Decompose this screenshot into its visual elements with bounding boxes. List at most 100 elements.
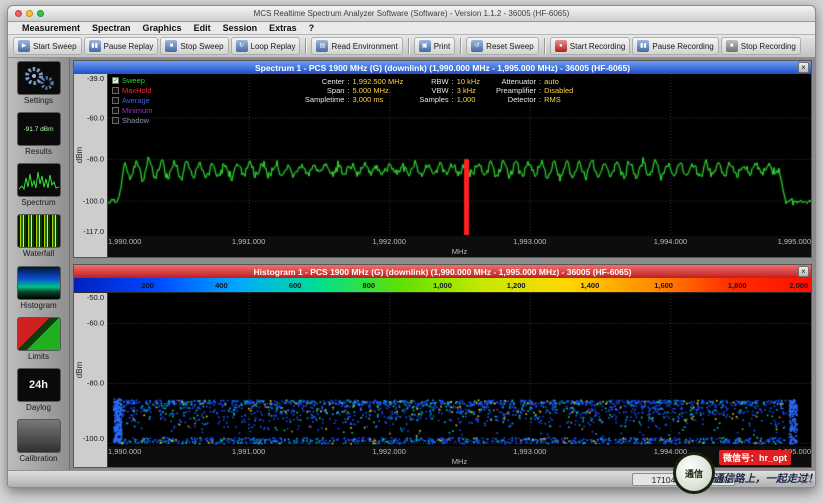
menu-item-measurement[interactable]: Measurement xyxy=(16,23,86,33)
limits-icon xyxy=(16,316,61,351)
legend-checkbox-maxhold[interactable] xyxy=(112,87,119,94)
menu-item-spectran[interactable]: Spectran xyxy=(86,23,137,33)
spectrum-close-icon[interactable] xyxy=(798,62,809,73)
menu-item-extras[interactable]: Extras xyxy=(263,23,303,33)
sidebar: Settings -91.7 dBm Results Spectrum Waterfal… xyxy=(8,58,70,470)
legend-row-minimum[interactable]: Minimum xyxy=(112,106,152,115)
sidebar-item-limits[interactable]: Limits xyxy=(11,316,67,368)
sidebar-item-label: Daylog xyxy=(26,402,51,412)
menu-item-edit[interactable]: Edit xyxy=(188,23,217,33)
sidebar-item-waterfall[interactable]: Waterfall xyxy=(11,214,67,265)
info-label: Span xyxy=(326,86,345,95)
monitor-icon: ▤ xyxy=(316,40,329,52)
menu-item-item[interactable]: ? xyxy=(303,23,321,33)
info-label: Sampletime xyxy=(304,95,345,104)
info-value: 3 kHz xyxy=(456,86,476,95)
histogram-x-axis-spacer xyxy=(74,446,108,467)
info-value: 10 kHz xyxy=(456,77,481,86)
y-tick-label: -60.0 xyxy=(86,113,104,123)
colorbar-tick-label: 1,400 xyxy=(580,281,600,290)
y-tick-label: -80.0 xyxy=(86,154,104,164)
x-tick-label: 1,990.000 xyxy=(108,447,142,456)
stop-icon: ■ xyxy=(165,40,178,52)
histogram-close-icon[interactable] xyxy=(798,266,809,277)
spectrum-x-axis: MHz 1,990.000 1,991.000 1,992.000 1,993.000… xyxy=(74,236,811,257)
record-icon: ● xyxy=(554,40,567,52)
toolbar-button-loop-replay[interactable]: ↻ Loop Replay xyxy=(230,37,301,55)
watermark-wechat-badge: 微信号：hr_opt xyxy=(719,450,791,465)
y-tick-label: -39.0 xyxy=(86,74,104,83)
menu-item-graphics[interactable]: Graphics xyxy=(137,23,188,33)
spectrum-y-axis: dBm -39.0 -60.0 -80.0 -100.0 -117.0 xyxy=(74,74,108,236)
reset-icon: ↺ xyxy=(471,40,484,52)
info-column-0: Center:1,992.500 MHz Span:5.000 MHz Sample… xyxy=(304,77,404,104)
legend-checkbox-minimum[interactable] xyxy=(112,107,119,114)
info-label: Samples xyxy=(419,95,449,104)
sidebar-item-calibration[interactable]: Calibration xyxy=(11,418,67,470)
toolbar: ▶ Start Sweep ▮▮ Pause Replay ■ Stop Sweep ↻ Lo… xyxy=(8,35,815,58)
info-label: RBW xyxy=(431,77,449,86)
toolbar-button-reset-sweep[interactable]: ↺ Reset Sweep xyxy=(466,37,539,55)
traffic-lights xyxy=(15,10,44,17)
histogram-panel-title: Histogram 1 - PCS 1900 MHz (G) (downlink… xyxy=(253,266,632,277)
toolbar-separator xyxy=(305,38,307,54)
close-window-button[interactable] xyxy=(15,10,22,17)
legend-row-shadow[interactable]: Shadow xyxy=(112,116,152,125)
x-tick-label: 1,994.000 xyxy=(653,237,688,246)
menu-item-session[interactable]: Session xyxy=(217,23,264,33)
colorbar-tick-label: 400 xyxy=(215,281,228,290)
toolbar-button-read-environment[interactable]: ▤ Read Environment xyxy=(311,37,403,55)
spectrum-x-ticks: MHz 1,990.000 1,991.000 1,992.000 1,993.000… xyxy=(108,236,811,257)
toolbar-button-stop-recording[interactable]: ■ Stop Recording xyxy=(720,37,801,55)
info-value: 5.000 MHz xyxy=(352,86,389,95)
spectrum-plot[interactable]: SweepMaxHoldAverageMinimumShadow Center:… xyxy=(108,74,811,236)
y-tick-label: -100.0 xyxy=(82,434,104,443)
x-tick-label: 1,992.000 xyxy=(372,237,406,246)
spectrum-legend: SweepMaxHoldAverageMinimumShadow xyxy=(112,76,152,125)
legend-label: Minimum xyxy=(122,106,153,115)
sidebar-item-label: Results xyxy=(25,147,52,157)
info-label: Attenuator xyxy=(501,77,537,86)
toolbar-button-pause-replay[interactable]: ▮▮ Pause Replay xyxy=(83,37,159,55)
colorbar-tick-label: 800 xyxy=(362,281,376,290)
titlebar[interactable]: MCS Realtime Spectrum Analyzer Software … xyxy=(8,6,815,22)
info-label: Center xyxy=(321,77,345,86)
x-tick-label: 1,991.000 xyxy=(231,237,266,246)
legend-row-maxhold[interactable]: MaxHold xyxy=(112,86,152,95)
legend-row-average[interactable]: Average xyxy=(112,96,152,105)
sidebar-item-settings[interactable]: Settings xyxy=(11,61,67,112)
zoom-window-button[interactable] xyxy=(37,10,44,17)
spectrum-panel-titlebar[interactable]: Spectrum 1 - PCS 1900 MHz (G) (downlink)… xyxy=(74,61,811,74)
sidebar-item-spectrum[interactable]: Spectrum xyxy=(11,163,67,214)
histogram-plot[interactable] xyxy=(108,293,811,446)
sidebar-item-histogram[interactable]: Histogram xyxy=(11,265,67,317)
sidebar-item-results[interactable]: -91.7 dBm Results xyxy=(11,112,67,163)
y-tick-label: -50.0 xyxy=(86,293,104,302)
settings-icon xyxy=(16,61,61,95)
y-tick-label: -100.0 xyxy=(82,196,104,206)
toolbar-button-pause-recording[interactable]: ▮▮ Pause Recording xyxy=(632,37,719,55)
legend-checkbox-sweep[interactable] xyxy=(112,76,119,84)
toolbar-button-print[interactable]: ▣ Print xyxy=(413,37,456,55)
legend-checkbox-shadow[interactable] xyxy=(112,117,119,124)
spectrum-icon xyxy=(16,163,61,198)
toolbar-separator xyxy=(543,38,545,54)
histogram-panel-titlebar[interactable]: Histogram 1 - PCS 1900 MHz (G) (downlink… xyxy=(74,265,811,278)
colorbar-tick-label: 600 xyxy=(288,281,302,290)
legend-row-sweep[interactable]: Sweep xyxy=(112,76,152,85)
sidebar-item-daylog[interactable]: 24h Daylog xyxy=(11,367,67,419)
toolbar-button-start-recording[interactable]: ● Start Recording xyxy=(549,37,631,55)
minimize-window-button[interactable] xyxy=(26,10,33,17)
info-value: Disabled xyxy=(544,86,574,95)
sidebar-item-label: Limits xyxy=(28,351,49,361)
toolbar-separator xyxy=(407,38,409,54)
toolbar-button-start-sweep[interactable]: ▶ Start Sweep xyxy=(13,37,82,55)
watermark-seal-logo: 通信 xyxy=(673,452,715,494)
print-icon: ▣ xyxy=(418,40,431,52)
stop2-icon: ■ xyxy=(725,40,738,52)
histogram-canvas xyxy=(108,293,811,446)
legend-checkbox-average[interactable] xyxy=(112,97,119,104)
toolbar-button-stop-sweep[interactable]: ■ Stop Sweep xyxy=(160,37,229,55)
legend-label: Sweep xyxy=(122,76,145,85)
info-label: Preamplifier xyxy=(496,86,537,95)
